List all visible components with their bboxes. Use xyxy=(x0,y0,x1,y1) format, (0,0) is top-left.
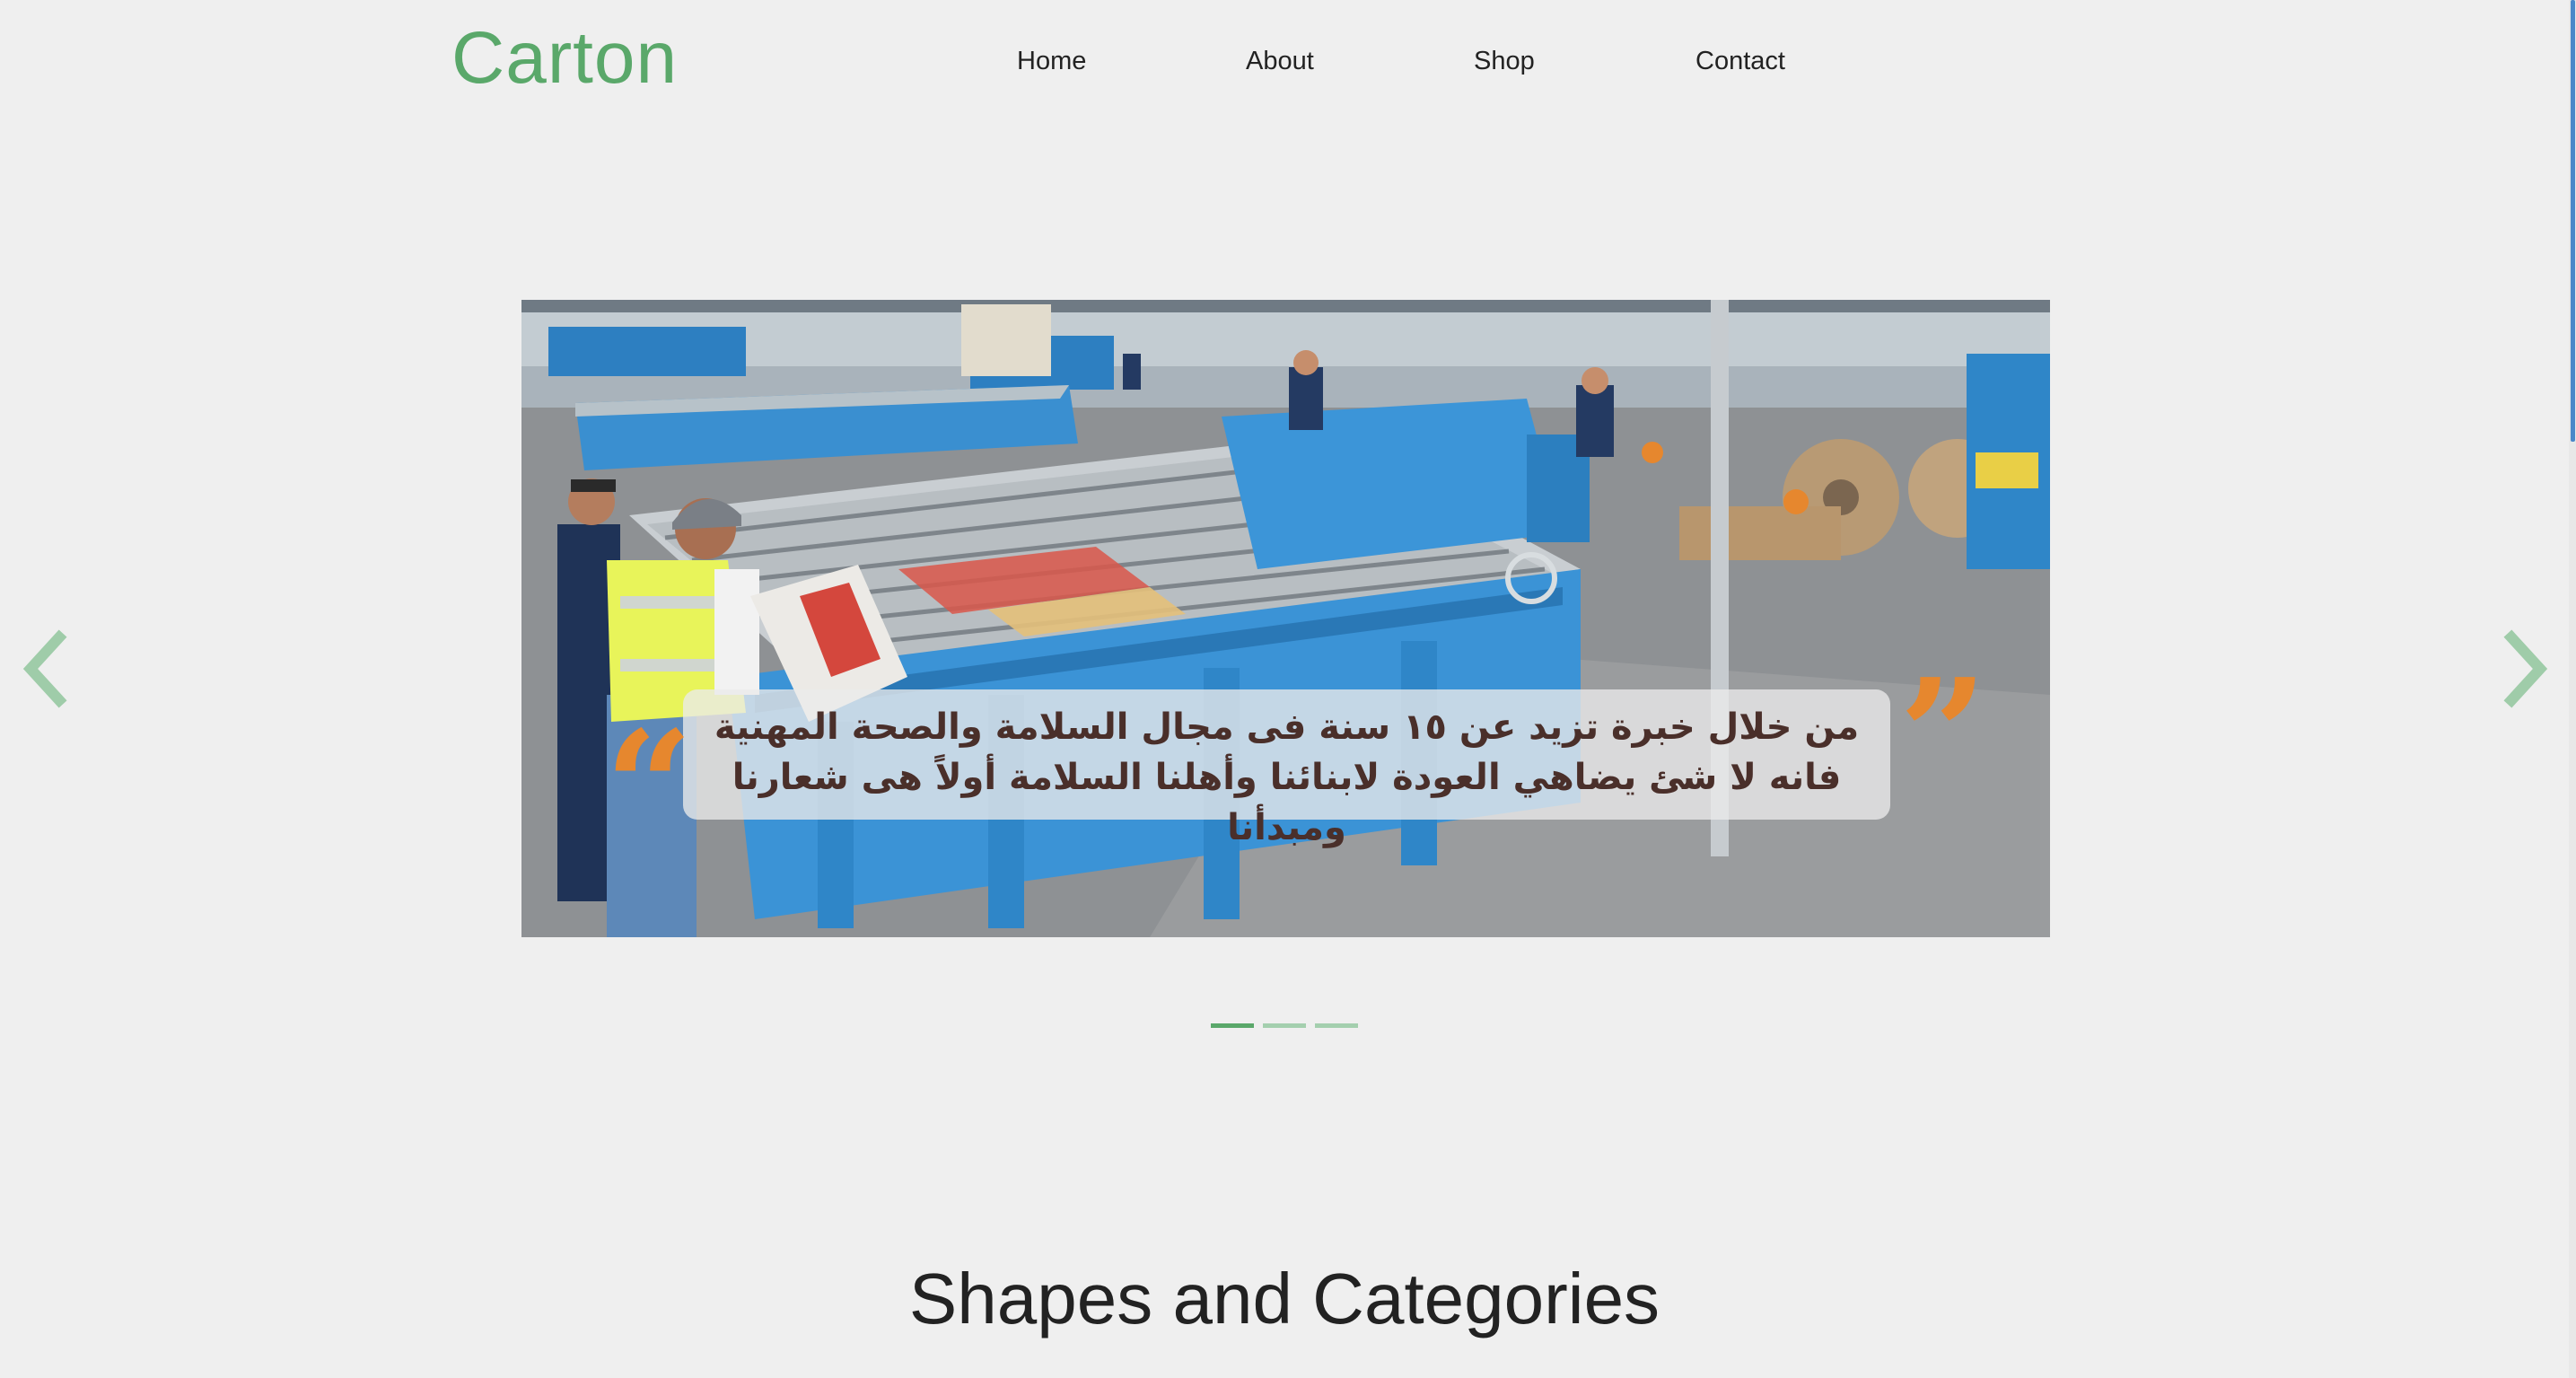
scrollbar-thumb[interactable] xyxy=(2571,0,2575,442)
nav-home[interactable]: Home xyxy=(1017,47,1086,76)
nav-contact[interactable]: Contact xyxy=(1695,47,1785,76)
slide-caption: من خلال خبرة تزيد عن ١٥ سنة فى مجال السل… xyxy=(683,702,1890,853)
caption-box: من خلال خبرة تزيد عن ١٥ سنة فى مجال السل… xyxy=(683,689,1890,848)
quote-close-icon: “ xyxy=(605,698,693,877)
chevron-left-icon xyxy=(22,629,67,708)
caption-line-1: من خلال خبرة تزيد عن ١٥ سنة فى مجال السل… xyxy=(714,707,1860,748)
site-header: Carton Home About Shop Contact xyxy=(0,0,2569,229)
main-nav: Home About Shop Contact xyxy=(0,47,2569,83)
quote-open-icon: ” xyxy=(1899,645,1987,825)
carousel-prev-button[interactable] xyxy=(20,628,74,709)
nav-about[interactable]: About xyxy=(1246,47,1314,76)
carousel-indicator-1[interactable] xyxy=(1211,1023,1254,1028)
caption-line-2: فانه لا شئ يضاهي العودة لابنائنا وأهلنا … xyxy=(732,757,1842,848)
nav-shop[interactable]: Shop xyxy=(1474,47,1535,76)
carousel-indicator-2[interactable] xyxy=(1263,1023,1306,1028)
chevron-right-icon xyxy=(2503,629,2548,708)
carousel-indicator-3[interactable] xyxy=(1315,1023,1358,1028)
section-title: Shapes and Categories xyxy=(908,1259,1660,1339)
carousel-next-button[interactable] xyxy=(2497,628,2551,709)
carousel-slide: من خلال خبرة تزيد عن ١٥ سنة فى مجال السل… xyxy=(521,300,2050,937)
